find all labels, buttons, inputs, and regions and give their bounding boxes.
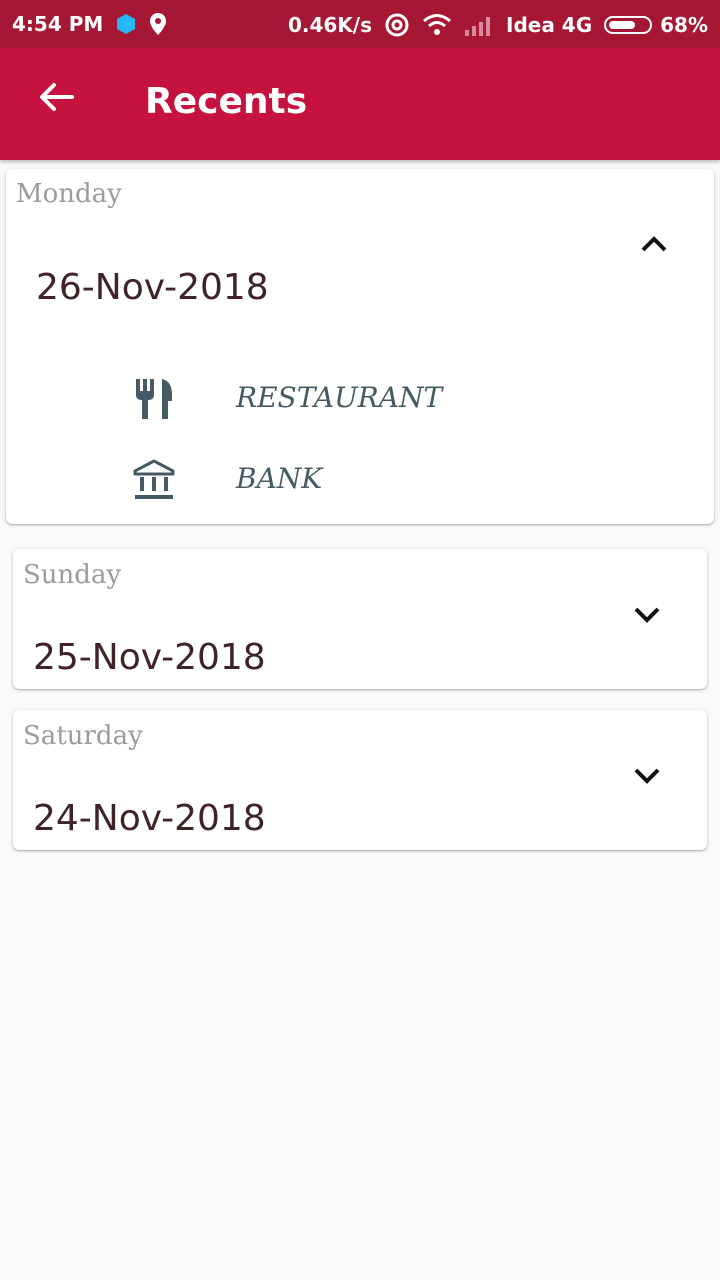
signal-icon <box>464 14 494 36</box>
list-item-bank[interactable]: BANK <box>126 450 646 510</box>
expand-button[interactable] <box>627 755 667 795</box>
status-bar-left: 4:54 PM <box>12 12 167 36</box>
status-bar-right: 0.46K/s Idea 4G 68% <box>288 12 708 38</box>
day-card-saturday[interactable]: Saturday 24-Nov-2018 <box>13 710 707 850</box>
date-label: 25-Nov-2018 <box>33 637 266 678</box>
day-card-sunday[interactable]: Sunday 25-Nov-2018 <box>13 549 707 689</box>
status-time: 4:54 PM <box>12 12 104 36</box>
app-bar: Recents <box>0 48 720 160</box>
battery-icon <box>604 16 653 34</box>
back-button[interactable] <box>32 78 80 126</box>
date-label: 26-Nov-2018 <box>36 267 269 308</box>
bank-icon <box>132 458 176 502</box>
page-title: Recents <box>145 81 308 122</box>
hotspot-icon <box>384 12 410 38</box>
day-label: Monday <box>16 179 122 209</box>
day-label: Saturday <box>23 721 143 751</box>
chevron-down-icon <box>634 768 660 784</box>
list-item-label: RESTAURANT <box>236 381 443 414</box>
expand-button[interactable] <box>627 594 667 634</box>
restaurant-icon <box>132 377 176 421</box>
location-pin-icon <box>149 12 167 36</box>
app-bubble-icon <box>115 13 137 35</box>
wifi-icon <box>422 13 452 37</box>
collapse-button[interactable] <box>634 225 674 265</box>
chevron-down-icon <box>634 607 660 623</box>
day-card-monday[interactable]: Monday 26-Nov-2018 RESTAURANT BANK <box>6 169 714 524</box>
day-label: Sunday <box>23 560 122 590</box>
chevron-up-icon <box>641 236 667 252</box>
date-label: 24-Nov-2018 <box>33 798 266 839</box>
list-item-restaurant[interactable]: RESTAURANT <box>126 369 646 429</box>
status-bar: 4:54 PM 0.46K/s Idea 4G 68% <box>0 0 720 48</box>
list-item-label: BANK <box>236 462 323 495</box>
battery-percent: 68% <box>660 13 708 37</box>
network-speed: 0.46K/s <box>287 13 372 37</box>
arrow-back-icon <box>40 83 74 111</box>
carrier-label: Idea 4G <box>506 13 593 37</box>
